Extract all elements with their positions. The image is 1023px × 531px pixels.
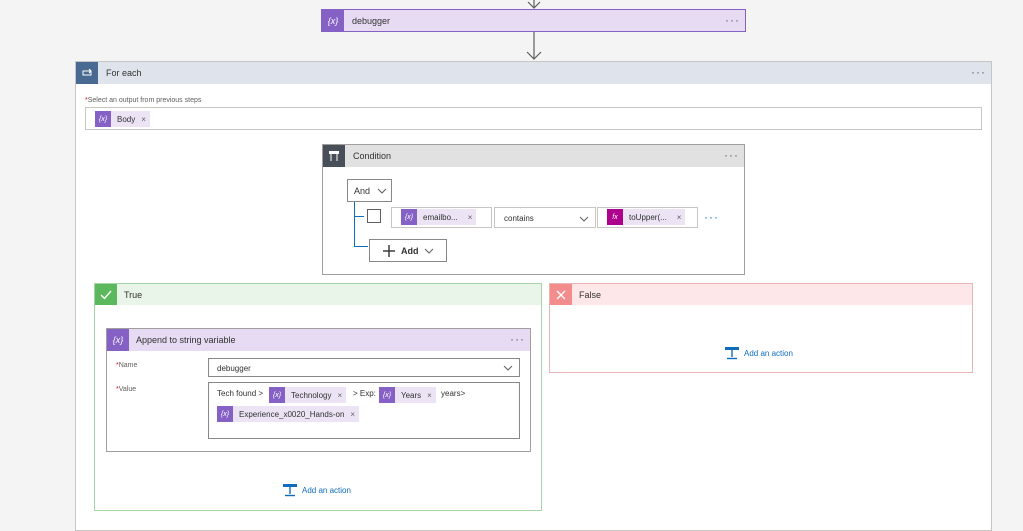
- group-operator-dropdown[interactable]: And: [347, 179, 392, 202]
- left-operand-field[interactable]: {x} emailbo... ×: [391, 207, 492, 228]
- value-field-label: *Value: [116, 386, 137, 393]
- remove-token-button[interactable]: ×: [139, 115, 150, 124]
- operator-dropdown[interactable]: contains: [494, 207, 596, 228]
- variable-icon: {x}: [217, 406, 233, 422]
- add-condition-button[interactable]: Add: [369, 239, 447, 262]
- remove-token-button[interactable]: ×: [671, 213, 686, 222]
- name-value: debugger: [217, 364, 251, 373]
- value-input[interactable]: Tech found > {x} Technology × > Exp: {x}…: [208, 382, 520, 439]
- loop-icon: [76, 62, 98, 84]
- foreach-field-label: *Select an output from previous steps: [85, 97, 202, 104]
- chevron-down-icon: [579, 216, 589, 222]
- operator-value: contains: [504, 214, 534, 223]
- value-text: years>: [441, 389, 466, 398]
- append-action-header[interactable]: {x} Append to string variable ···: [107, 329, 530, 351]
- foreach-more-button[interactable]: ···: [971, 65, 986, 79]
- row-more-button[interactable]: ···: [704, 210, 719, 224]
- variable-icon: {x}: [322, 10, 344, 31]
- remove-token-button[interactable]: ×: [425, 391, 436, 400]
- add-action-label: Add an action: [744, 348, 793, 358]
- name-dropdown[interactable]: debugger: [208, 358, 520, 377]
- add-action-label: Add an action: [302, 485, 351, 495]
- expression-icon: fx: [607, 209, 623, 225]
- add-label: Add: [401, 246, 419, 256]
- condition-title: Condition: [353, 151, 392, 161]
- variable-icon: {x}: [95, 111, 111, 127]
- chevron-down-icon: [424, 248, 434, 254]
- plus-icon: [383, 245, 395, 257]
- append-action-title: Append to string variable: [136, 335, 236, 345]
- toupper-token: fx toUpper(... ×: [607, 209, 686, 225]
- foreach-input[interactable]: {x} Body ×: [85, 107, 982, 130]
- false-add-action-button[interactable]: Add an action: [724, 344, 793, 362]
- remove-token-button[interactable]: ×: [462, 213, 477, 222]
- token-label: Technology: [291, 390, 332, 400]
- foreach-title: For each: [106, 68, 142, 78]
- token-label: Years: [401, 390, 422, 400]
- close-icon: [550, 284, 572, 305]
- emailbody-token: {x} emailbo... ×: [401, 209, 477, 225]
- add-action-icon: [283, 484, 297, 497]
- connector-arrow-mid: [526, 32, 542, 60]
- chevron-down-icon: [503, 365, 513, 371]
- experience-token: {x} Experience_x0020_Hands-on ×: [217, 406, 360, 422]
- debugger-action-card[interactable]: {x} debugger ···: [321, 9, 746, 32]
- token-label: emailbo...: [423, 212, 458, 222]
- remove-token-button[interactable]: ×: [335, 391, 346, 400]
- value-text: Tech found >: [217, 389, 264, 398]
- group-operator-value: And: [354, 186, 371, 196]
- condition-header[interactable]: Condition ···: [323, 145, 744, 167]
- variable-icon: {x}: [107, 329, 129, 351]
- false-branch-title: False: [579, 290, 602, 300]
- true-branch-header[interactable]: True: [95, 284, 541, 305]
- token-label: Experience_x0020_Hands-on: [239, 409, 345, 419]
- body-token: {x} Body ×: [95, 111, 150, 127]
- tree-branch-line: [354, 216, 364, 217]
- name-field-label: *Name: [116, 362, 138, 369]
- check-icon: [95, 284, 117, 305]
- chevron-down-icon: [377, 188, 387, 194]
- variable-icon: {x}: [269, 387, 285, 403]
- more-options-button[interactable]: ···: [725, 13, 740, 27]
- tree-line: [354, 202, 355, 247]
- condition-more-button[interactable]: ···: [724, 148, 739, 162]
- years-token: {x} Years ×: [379, 387, 436, 403]
- foreach-header[interactable]: For each ···: [76, 62, 991, 84]
- append-more-button[interactable]: ···: [510, 332, 525, 346]
- technology-token: {x} Technology ×: [269, 387, 347, 403]
- tree-branch-line: [354, 246, 368, 247]
- token-label: Body: [117, 114, 136, 124]
- variable-icon: {x}: [379, 387, 395, 403]
- action-title: debugger: [352, 16, 391, 26]
- true-branch-title: True: [124, 290, 143, 300]
- variable-icon: {x}: [401, 209, 417, 225]
- false-branch-header[interactable]: False: [550, 284, 972, 305]
- true-add-action-button[interactable]: Add an action: [282, 481, 351, 499]
- right-operand-field[interactable]: fx toUpper(... ×: [597, 207, 698, 228]
- remove-token-button[interactable]: ×: [348, 410, 359, 419]
- add-action-icon: [725, 347, 739, 360]
- vertical-scrollbar[interactable]: [1016, 0, 1023, 524]
- value-text: > Exp:: [353, 389, 376, 398]
- condition-icon: [323, 145, 345, 167]
- token-label: toUpper(...: [629, 212, 667, 222]
- row-checkbox[interactable]: [367, 209, 381, 223]
